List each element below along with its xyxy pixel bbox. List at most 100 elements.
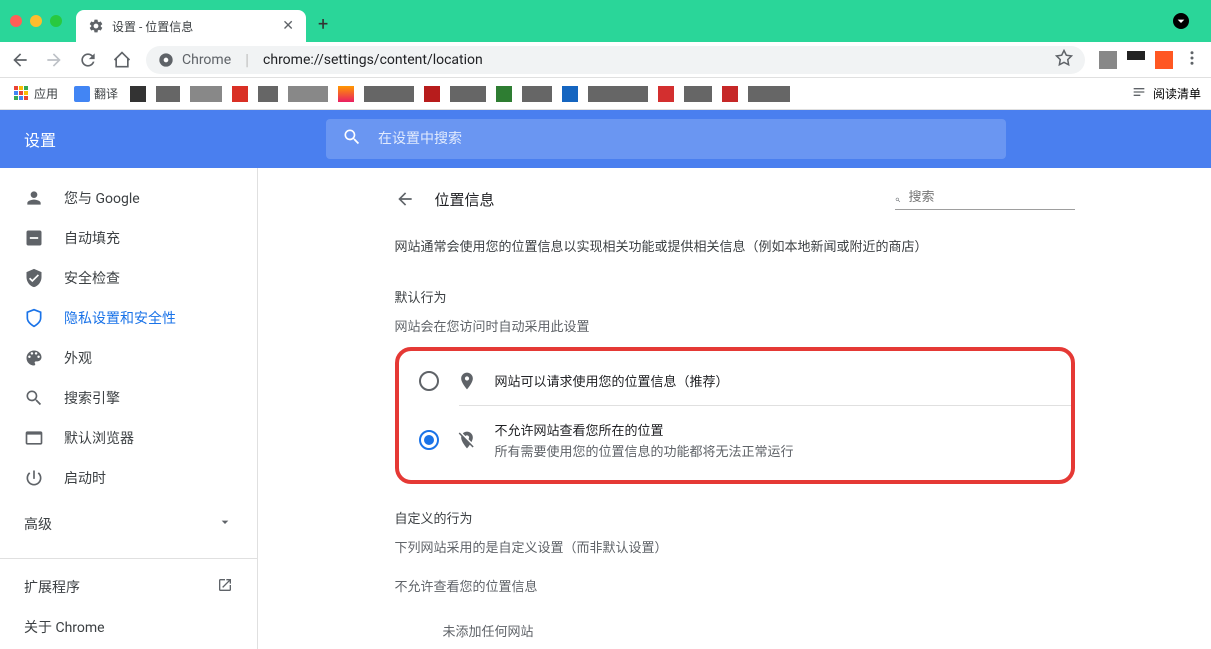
page-search-box[interactable] <box>895 188 1075 210</box>
bookmark-item[interactable] <box>522 86 552 102</box>
default-behavior-title: 默认行为 <box>395 287 1075 306</box>
forward-button[interactable] <box>44 50 64 70</box>
bookmark-item[interactable] <box>232 86 248 102</box>
bookmark-item[interactable] <box>190 86 222 102</box>
new-tab-button[interactable]: + <box>318 14 328 35</box>
reload-button[interactable] <box>78 50 98 70</box>
minimize-window-button[interactable] <box>30 15 42 27</box>
highlight-annotation-box: 网站可以请求使用您的位置信息（推荐） 不允许网站查看您所在的位置 所有需要使用您… <box>395 347 1075 484</box>
sidebar-extensions-link[interactable]: 扩展程序 <box>0 567 257 607</box>
back-arrow-button[interactable] <box>395 189 415 209</box>
location-off-icon <box>457 430 477 450</box>
bookmark-item[interactable] <box>424 86 440 102</box>
settings-sidebar: 您与 Google 自动填充 安全检查 隐私设置和安全性 外观 搜索引擎 默认浏… <box>0 168 258 649</box>
reading-list-button[interactable]: 阅读清单 <box>1131 84 1201 103</box>
bookmark-item[interactable] <box>496 86 512 102</box>
translate-icon <box>74 86 90 102</box>
bookmark-item[interactable] <box>338 86 354 102</box>
address-bar[interactable]: Chrome | chrome://settings/content/locat… <box>146 46 1085 74</box>
bookmark-item[interactable] <box>258 86 278 102</box>
radio-button[interactable] <box>419 430 439 450</box>
sidebar-item-safety-check[interactable]: 安全检查 <box>0 258 257 298</box>
sidebar-item-label: 自动填充 <box>64 228 120 248</box>
shield-icon <box>24 308 44 328</box>
search-icon <box>24 388 44 408</box>
sidebar-item-appearance[interactable]: 外观 <box>0 338 257 378</box>
sidebar-item-label: 您与 Google <box>64 188 140 208</box>
bookmarks-bar: 应用 翻译 阅读清单 <box>0 78 1211 110</box>
external-link-icon <box>217 577 233 597</box>
bookmark-item[interactable] <box>450 86 486 102</box>
bookmark-item[interactable] <box>722 86 738 102</box>
tab-title: 设置 - 位置信息 <box>112 18 193 35</box>
custom-behavior-title: 自定义的行为 <box>395 508 1075 527</box>
maximize-window-button[interactable] <box>50 15 62 27</box>
search-icon <box>895 188 901 207</box>
apps-shortcut[interactable]: 应用 <box>10 83 62 104</box>
extension-icon[interactable] <box>1127 51 1145 69</box>
person-icon <box>24 188 44 208</box>
no-sites-added: 未添加任何网站 <box>395 607 1075 640</box>
address-url: chrome://settings/content/location <box>263 52 483 68</box>
browser-toolbar: Chrome | chrome://settings/content/locat… <box>0 42 1211 78</box>
sidebar-advanced-toggle[interactable]: 高级 <box>0 498 257 550</box>
sidebar-item-you-and-google[interactable]: 您与 Google <box>0 178 257 218</box>
browser-tab[interactable]: 设置 - 位置信息 ✕ <box>76 10 306 42</box>
sidebar-item-default-browser[interactable]: 默认浏览器 <box>0 418 257 458</box>
settings-search-input[interactable] <box>378 131 990 147</box>
traffic-lights <box>10 15 62 27</box>
close-tab-button[interactable]: ✕ <box>282 18 294 34</box>
sidebar-item-search-engine[interactable]: 搜索引擎 <box>0 378 257 418</box>
bookmark-item[interactable] <box>130 86 146 102</box>
close-window-button[interactable] <box>10 15 22 27</box>
chevron-down-icon <box>217 514 233 534</box>
page-description: 网站通常会使用您的位置信息以实现相关功能或提供相关信息（例如本地新闻或附近的商店… <box>395 238 1075 259</box>
window-titlebar: 设置 - 位置信息 ✕ + <box>0 0 1211 42</box>
sidebar-item-label: 隐私设置和安全性 <box>64 308 176 328</box>
default-behavior-subtitle: 网站会在您访问时自动采用此设置 <box>395 316 1075 335</box>
settings-content: 位置信息 网站通常会使用您的位置信息以实现相关功能或提供相关信息（例如本地新闻或… <box>258 168 1211 649</box>
bookmark-item[interactable] <box>288 86 328 102</box>
option-sublabel: 所有需要使用您的位置信息的功能都将无法正常运行 <box>495 441 794 460</box>
bookmark-item[interactable] <box>562 86 578 102</box>
location-option-block[interactable]: 不允许网站查看您所在的位置 所有需要使用您的位置信息的功能都将无法正常运行 <box>399 406 1071 474</box>
extension-icon[interactable] <box>1099 51 1117 69</box>
radio-button[interactable] <box>419 371 439 391</box>
address-prefix: Chrome <box>182 52 231 68</box>
extension-icon[interactable] <box>1155 51 1173 69</box>
apps-icon <box>14 86 30 102</box>
bookmark-item[interactable] <box>156 86 180 102</box>
sidebar-item-on-startup[interactable]: 启动时 <box>0 458 257 498</box>
bookmark-star-icon[interactable] <box>1055 49 1073 71</box>
blocked-list-title: 不允许查看您的位置信息 <box>395 576 1075 595</box>
bookmark-item[interactable] <box>684 86 712 102</box>
browser-icon <box>24 428 44 448</box>
autofill-icon <box>24 228 44 248</box>
sidebar-item-autofill[interactable]: 自动填充 <box>0 218 257 258</box>
bookmark-item[interactable] <box>658 86 674 102</box>
settings-title: 设置 <box>0 127 326 151</box>
page-search-input[interactable] <box>909 190 1075 205</box>
site-info-icon[interactable] <box>158 52 174 68</box>
browser-menu-button[interactable] <box>1183 49 1201 71</box>
custom-behavior-subtitle: 下列网站采用的是自定义设置（而非默认设置） <box>395 537 1075 556</box>
power-icon <box>24 468 44 488</box>
bookmark-item[interactable] <box>364 86 414 102</box>
option-label: 网站可以请求使用您的位置信息（推荐） <box>495 371 729 390</box>
bookmark-item[interactable] <box>588 86 648 102</box>
profile-caret-icon[interactable] <box>1173 13 1189 29</box>
translate-shortcut[interactable]: 翻译 <box>70 83 122 104</box>
settings-header: 设置 <box>0 110 1211 168</box>
back-button[interactable] <box>10 50 30 70</box>
bookmark-item[interactable] <box>748 86 790 102</box>
home-button[interactable] <box>112 50 132 70</box>
sidebar-about-chrome[interactable]: 关于 Chrome <box>0 607 257 647</box>
search-icon <box>342 127 362 151</box>
sidebar-item-label: 启动时 <box>64 468 106 488</box>
settings-search-box[interactable] <box>326 119 1006 159</box>
option-label: 不允许网站查看您所在的位置 <box>495 420 794 439</box>
location-option-ask[interactable]: 网站可以请求使用您的位置信息（推荐） <box>399 357 1071 405</box>
sidebar-item-privacy-security[interactable]: 隐私设置和安全性 <box>0 298 257 338</box>
gear-icon <box>88 18 104 34</box>
sidebar-item-label: 搜索引擎 <box>64 388 120 408</box>
